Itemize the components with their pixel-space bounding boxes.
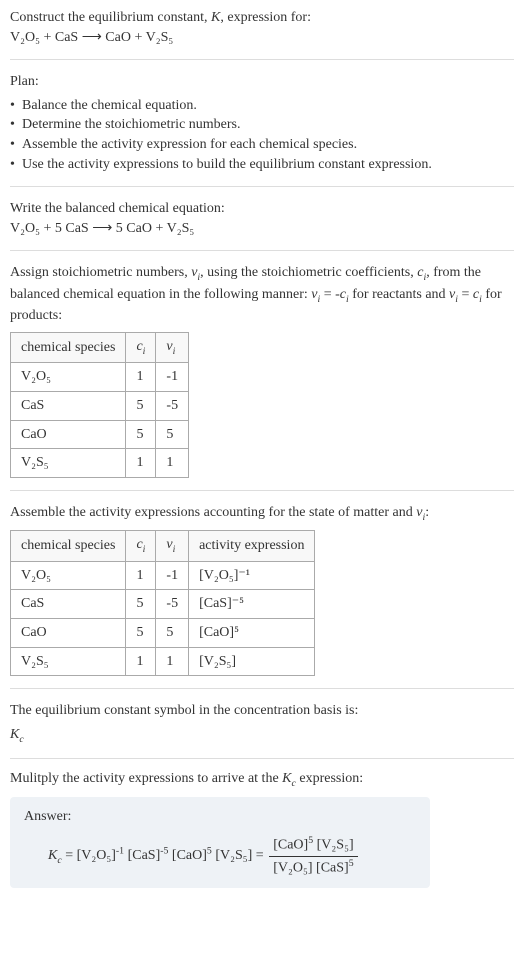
plan-bullets: •Balance the chemical equation. •Determi… <box>10 96 514 174</box>
divider <box>10 688 514 689</box>
col-vi: νi <box>156 332 189 363</box>
col-expr: activity expression <box>189 531 315 562</box>
kc-fraction: [CaO]5 [V₂S₅] [V₂O₅] [CaS]5 <box>269 834 357 878</box>
answer-box: Answer: Kc = [V₂O₅]-1 [CaS]-5 [CaO]5 [V₂… <box>10 797 430 888</box>
table-row: V₂S₅11 <box>11 449 189 478</box>
fraction-numerator: [CaO]5 [V₂S₅] <box>269 834 357 856</box>
table-row: CaS5-5 <box>11 392 189 421</box>
plan-item: •Assemble the activity expression for ea… <box>10 135 514 155</box>
fraction-denominator: [V₂O₅] [CaS]5 <box>269 857 357 878</box>
multiply-block: Mulitply the activity expressions to arr… <box>10 769 514 888</box>
divider <box>10 250 514 251</box>
table-row: CaO55[CaO]⁵ <box>11 619 315 648</box>
balanced-heading: Write the balanced chemical equation: <box>10 199 514 219</box>
col-species: chemical species <box>11 531 126 562</box>
stoich-block: Assign stoichiometric numbers, νi, using… <box>10 263 514 477</box>
divider <box>10 490 514 491</box>
table-row: CaO55 <box>11 420 189 449</box>
divider <box>10 59 514 60</box>
stoich-intro: Assign stoichiometric numbers, νi, using… <box>10 263 514 326</box>
balanced-equation: V₂O₅ + 5 CaS ⟶ 5 CaO + V₂S₅ <box>10 219 514 239</box>
divider <box>10 758 514 759</box>
kc-symbol-block: The equilibrium constant symbol in the c… <box>10 701 514 746</box>
plan-item: •Determine the stoichiometric numbers. <box>10 115 514 135</box>
answer-label: Answer: <box>24 807 416 827</box>
table-row: V₂S₅11[V₂S₅] <box>11 647 315 676</box>
activity-table: chemical species ci νi activity expressi… <box>10 530 315 676</box>
balanced-block: Write the balanced chemical equation: V₂… <box>10 199 514 238</box>
col-ci: ci <box>126 332 156 363</box>
table-header-row: chemical species ci νi activity expressi… <box>11 531 315 562</box>
table-row: V₂O₅1-1[V₂O₅]⁻¹ <box>11 561 315 590</box>
table-row: V₂O₅1-1 <box>11 363 189 392</box>
kc-symbol-line: The equilibrium constant symbol in the c… <box>10 701 514 721</box>
table-header-row: chemical species ci νi <box>11 332 189 363</box>
kc-expression: Kc = [V₂O₅]-1 [CaS]-5 [CaO]5 [V₂S₅] = [C… <box>24 834 416 878</box>
col-species: chemical species <box>11 332 126 363</box>
multiply-line: Mulitply the activity expressions to arr… <box>10 769 514 791</box>
col-ci: ci <box>126 531 156 562</box>
stoich-table: chemical species ci νi V₂O₅1-1 CaS5-5 Ca… <box>10 332 189 478</box>
construct-line: Construct the equilibrium constant, K, e… <box>10 8 514 28</box>
divider <box>10 186 514 187</box>
col-vi: νi <box>156 531 189 562</box>
intro-block: Construct the equilibrium constant, K, e… <box>10 8 514 47</box>
activity-block: Assemble the activity expressions accoun… <box>10 503 514 676</box>
plan-item: •Balance the chemical equation. <box>10 96 514 116</box>
activity-intro: Assemble the activity expressions accoun… <box>10 503 514 525</box>
plan-heading: Plan: <box>10 72 514 92</box>
kc-symbol: Kc <box>10 725 514 747</box>
plan-block: Plan: •Balance the chemical equation. •D… <box>10 72 514 174</box>
plan-item: •Use the activity expressions to build t… <box>10 155 514 175</box>
table-row: CaS5-5[CaS]⁻⁵ <box>11 590 315 619</box>
unbalanced-equation: V₂O₅ + CaS ⟶ CaO + V₂S₅ <box>10 28 514 48</box>
